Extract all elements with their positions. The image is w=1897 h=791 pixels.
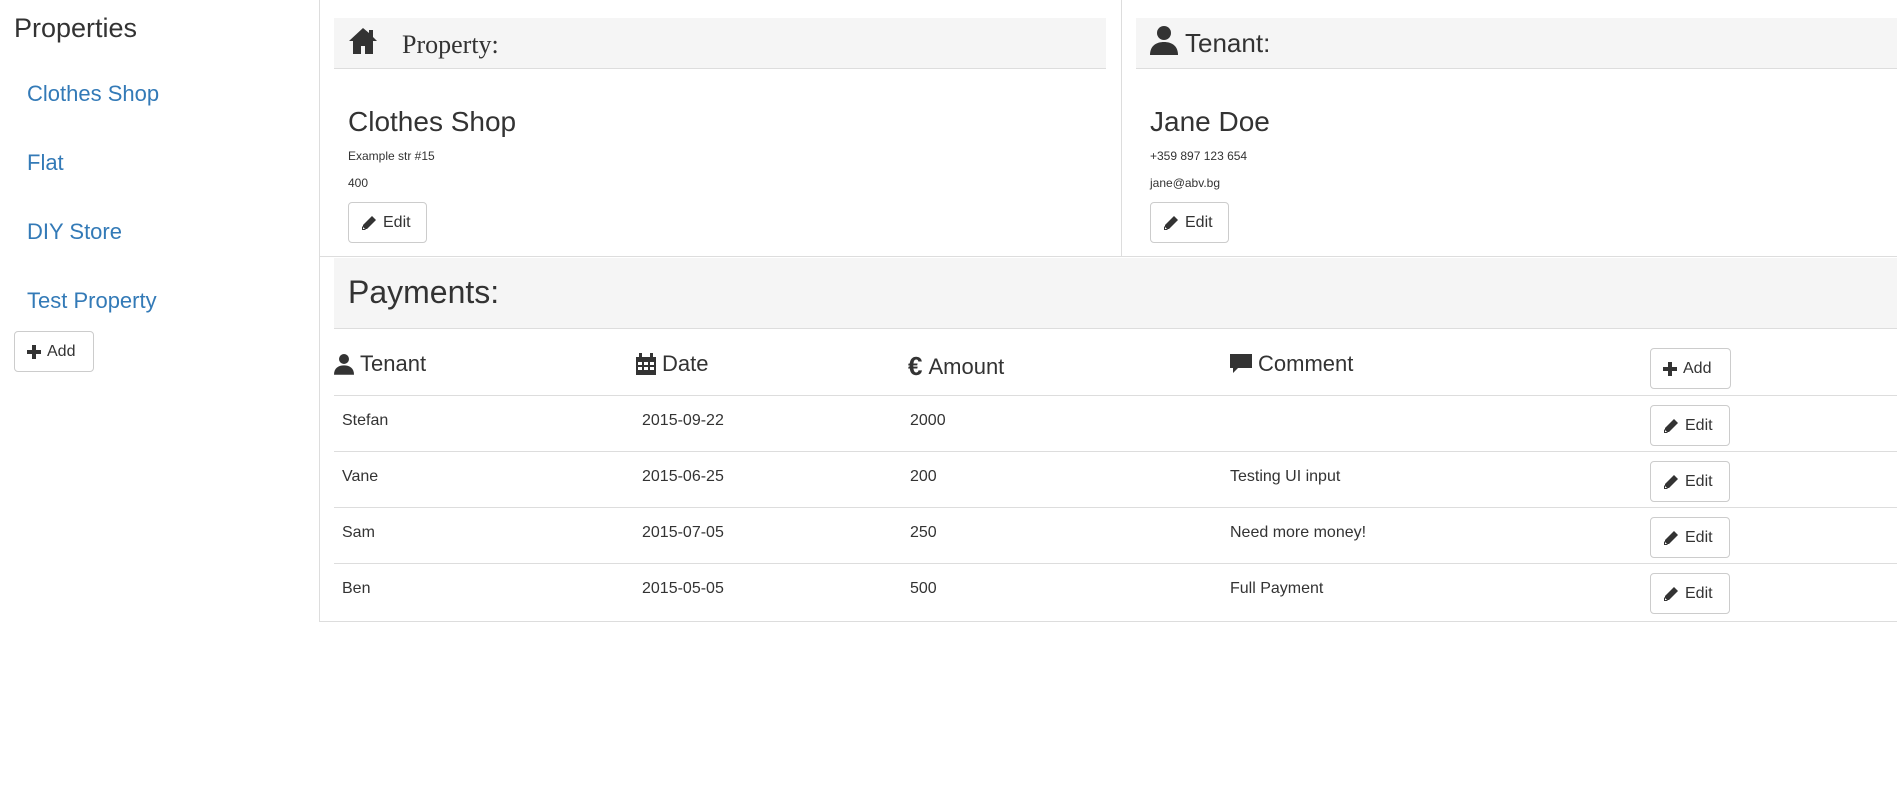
property-header-title: Property: <box>402 30 499 59</box>
edit-property-label: Edit <box>383 213 411 231</box>
payments-title: Payments: <box>348 274 500 310</box>
edit-payment-button[interactable]: Edit <box>1650 573 1730 614</box>
pencil-icon <box>1163 215 1179 231</box>
cell-tenant: Ben <box>342 580 371 597</box>
column-header-amount: € Amount <box>908 351 1004 382</box>
cards-divider <box>320 256 1897 257</box>
sidebar-title: Properties <box>14 13 138 43</box>
edit-payment-label: Edit <box>1685 472 1713 490</box>
table-row: Vane 2015-06-25 200 Testing UI input Edi… <box>334 451 1897 508</box>
tenant-panel: Tenant: Jane Doe +359 897 123 654 jane@a… <box>1122 0 1897 256</box>
sidebar-item-flat[interactable]: Flat <box>27 150 64 176</box>
pencil-icon <box>361 215 377 231</box>
edit-tenant-button[interactable]: Edit <box>1150 202 1229 243</box>
cell-comment: Need more money! <box>1230 524 1367 541</box>
payments-header: Payments: <box>334 258 1897 329</box>
edit-payment-label: Edit <box>1685 528 1713 546</box>
tenant-email: jane@abv.bg <box>1150 176 1221 190</box>
column-header-comment: Comment <box>1230 351 1353 377</box>
cell-tenant: Vane <box>342 468 379 485</box>
tenant-name: Jane Doe <box>1150 106 1270 137</box>
sidebar-item-test-property[interactable]: Test Property <box>27 288 157 314</box>
plus-icon <box>1663 361 1677 376</box>
edit-payment-button[interactable]: Edit <box>1650 461 1730 502</box>
main-content: Property: Clothes Shop Example str #15 4… <box>319 0 1897 622</box>
user-icon <box>334 353 354 375</box>
calendar-icon <box>636 353 656 375</box>
column-header-tenant-label: Tenant <box>360 351 427 376</box>
property-panel-header: Property: <box>334 18 1106 69</box>
column-header-tenant: Tenant <box>334 351 426 377</box>
cell-amount: 250 <box>910 524 937 541</box>
plus-icon <box>27 344 41 359</box>
cell-comment: Testing UI input <box>1230 468 1341 485</box>
pencil-icon <box>1663 530 1679 546</box>
sidebar-item-diy-store[interactable]: DIY Store <box>27 219 122 245</box>
pencil-icon <box>1663 418 1679 434</box>
column-header-comment-label: Comment <box>1258 351 1354 376</box>
pencil-icon <box>1663 474 1679 490</box>
add-property-label: Add <box>47 342 76 360</box>
add-payment-label: Add <box>1683 359 1712 377</box>
cell-amount: 2000 <box>910 412 946 429</box>
property-value: 400 <box>348 176 369 190</box>
cell-date: 2015-07-05 <box>642 524 724 541</box>
column-header-amount-label: Amount <box>928 353 1005 379</box>
cell-date: 2015-05-05 <box>642 580 724 597</box>
user-icon <box>1150 25 1178 55</box>
add-property-button[interactable]: Add <box>14 331 94 372</box>
edit-payment-label: Edit <box>1685 584 1713 602</box>
cell-tenant: Stefan <box>342 412 389 429</box>
table-row: Sam 2015-07-05 250 Need more money! Edit <box>334 507 1897 564</box>
table-row: Ben 2015-05-05 500 Full Payment Edit <box>334 563 1897 620</box>
home-icon <box>348 26 378 56</box>
cell-amount: 200 <box>910 468 937 485</box>
cell-tenant: Sam <box>342 524 375 541</box>
property-panel: Property: Clothes Shop Example str #15 4… <box>320 0 1122 256</box>
sidebar-item-clothes-shop[interactable]: Clothes Shop <box>27 81 159 107</box>
sidebar: Properties Clothes Shop Flat DIY Store T… <box>0 0 318 791</box>
property-address: Example str #15 <box>348 149 435 163</box>
add-payment-button[interactable]: Add <box>1650 348 1731 389</box>
tenant-header-title: Tenant: <box>1185 28 1271 58</box>
column-header-date: Date <box>636 351 708 377</box>
tenant-phone: +359 897 123 654 <box>1150 149 1248 163</box>
edit-tenant-label: Edit <box>1185 213 1213 231</box>
edit-payment-label: Edit <box>1685 416 1713 434</box>
euro-icon: € <box>908 351 923 381</box>
cell-date: 2015-06-25 <box>642 468 724 485</box>
tenant-panel-header: Tenant: <box>1136 18 1897 69</box>
cell-date: 2015-09-22 <box>642 412 724 429</box>
edit-payment-button[interactable]: Edit <box>1650 517 1730 558</box>
cell-amount: 500 <box>910 580 937 597</box>
property-name: Clothes Shop <box>348 106 517 137</box>
edit-property-button[interactable]: Edit <box>348 202 427 243</box>
cell-comment: Full Payment <box>1230 580 1324 597</box>
column-header-date-label: Date <box>662 351 709 376</box>
comment-icon <box>1230 354 1252 374</box>
edit-payment-button[interactable]: Edit <box>1650 405 1730 446</box>
table-row: Stefan 2015-09-22 2000 Edit <box>334 395 1897 452</box>
pencil-icon <box>1663 586 1679 602</box>
